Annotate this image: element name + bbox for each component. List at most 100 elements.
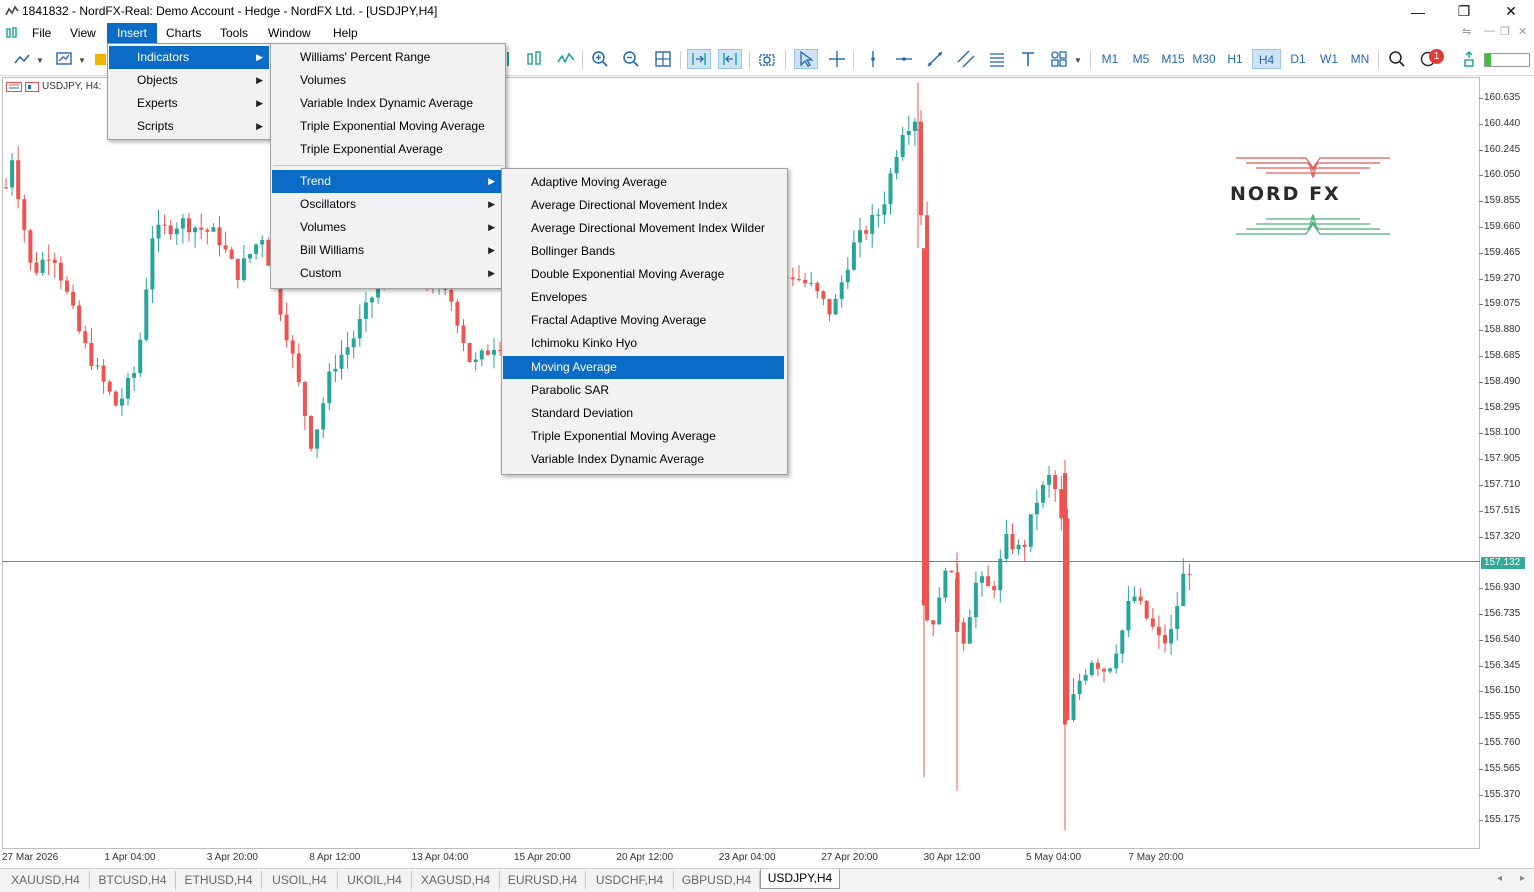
mdi-close-button[interactable]: ✕ [1518, 25, 1527, 38]
menu-item-adx[interactable]: Average Directional Movement Index [503, 194, 784, 217]
candle-body [845, 269, 850, 283]
menu-item-ama[interactable]: Adaptive Moving Average [503, 171, 784, 194]
chart-tab[interactable]: EURUSD,H4 [500, 871, 586, 889]
close-button[interactable]: ✕ [1488, 0, 1534, 23]
menu-item-volumes-recent[interactable]: Volumes [272, 69, 504, 92]
chart-shift-icon[interactable] [718, 49, 742, 69]
line-chart-icon[interactable] [12, 49, 32, 69]
trendline-icon[interactable] [925, 49, 945, 69]
menu-insert[interactable]: Insert [107, 23, 158, 43]
menu-item-scripts[interactable]: Scripts ▶ [109, 115, 269, 138]
symbol-timeframe-text: USDJPY, H4: [42, 81, 102, 92]
menu-item-objects[interactable]: Objects ▶ [109, 69, 269, 92]
menu-item-bollinger-bands[interactable]: Bollinger Bands [503, 240, 784, 263]
folder-icon[interactable] [94, 49, 106, 69]
timeframe-d1[interactable]: D1 [1286, 49, 1310, 69]
tab-scroll-right-icon[interactable]: ▸ [1520, 873, 1525, 884]
time-axis[interactable]: 27 Mar 2026 1 Apr 04:00 3 Apr 20:00 8 Apr 1… [0, 849, 1480, 867]
menu-item-tema[interactable]: Triple Exponential Moving Average [503, 425, 784, 448]
menu-item-bill-williams[interactable]: Bill Williams ▶ [272, 239, 501, 262]
menu-item-williams-percent-range[interactable]: Williams' Percent Range [272, 46, 504, 69]
mdi-minimize-icon[interactable]: ⇋ [1462, 25, 1471, 38]
one-click-trading-icon[interactable] [6, 81, 22, 92]
fibonacci-icon[interactable] [987, 49, 1007, 69]
menu-item-experts[interactable]: Experts ▶ [109, 92, 269, 115]
timeframe-m5[interactable]: M5 [1129, 49, 1153, 69]
chart-tab[interactable]: USDJPY,H4 [760, 869, 840, 889]
timeframe-mn[interactable]: MN [1347, 49, 1373, 69]
restore-button[interactable]: ❐ [1441, 0, 1487, 23]
chart-tab[interactable]: USDCHF,H4 [586, 871, 674, 889]
screenshot-icon[interactable] [757, 49, 777, 69]
text-tool-icon[interactable] [1018, 49, 1038, 69]
minimize-button[interactable]: — [1395, 0, 1441, 23]
candle-body [839, 282, 844, 299]
chart-template-icon[interactable] [54, 49, 74, 69]
menu-file[interactable]: File [22, 23, 61, 43]
menu-item-tema-recent[interactable]: Triple Exponential Moving Average [272, 115, 504, 138]
chevron-down-icon[interactable]: ▼ [36, 56, 44, 65]
menu-item-ichimoku[interactable]: Ichimoku Kinko Hyo [503, 332, 784, 355]
chevron-down-icon[interactable]: ▼ [1074, 56, 1082, 65]
timeframe-m1[interactable]: M1 [1098, 49, 1122, 69]
menu-item-moving-average[interactable]: Moving Average [503, 356, 784, 379]
line-series-icon[interactable] [556, 49, 576, 69]
menu-item-frama[interactable]: Fractal Adaptive Moving Average [503, 309, 784, 332]
chart-properties-icon[interactable] [25, 81, 39, 92]
menu-item-adx-wilder[interactable]: Average Directional Movement Index Wilde… [503, 217, 784, 240]
menu-item-vidya[interactable]: Variable Index Dynamic Average [503, 448, 784, 471]
timeframe-w1[interactable]: W1 [1317, 49, 1341, 69]
candle-body [797, 279, 801, 281]
crosshair-icon[interactable] [827, 49, 847, 69]
cursor-icon[interactable] [794, 49, 818, 69]
menu-item-standard-deviation[interactable]: Standard Deviation [503, 402, 784, 425]
shapes-icon[interactable] [1049, 49, 1069, 69]
algo-trading-icon[interactable] [1459, 49, 1479, 69]
menu-item-indicators[interactable]: Indicators ▶ [109, 46, 269, 69]
chart-tab[interactable]: XAUUSD,H4 [2, 871, 90, 889]
timeframe-h1[interactable]: H1 [1223, 49, 1247, 69]
menu-help[interactable]: Help [323, 23, 368, 43]
timeframe-m30[interactable]: M30 [1190, 49, 1218, 69]
mdi-restore-button[interactable]: ❐ [1500, 25, 1510, 38]
zoom-out-icon[interactable] [621, 49, 641, 69]
menu-item-vidya-recent[interactable]: Variable Index Dynamic Average [272, 92, 504, 115]
menu-tools[interactable]: Tools [210, 23, 258, 43]
channel-icon[interactable] [956, 49, 976, 69]
menu-item-envelopes[interactable]: Envelopes [503, 286, 784, 309]
zoom-in-icon[interactable] [590, 49, 610, 69]
auto-scroll-icon[interactable] [687, 49, 711, 69]
horizontal-line-icon[interactable] [894, 49, 914, 69]
chart-tab[interactable]: UKOIL,H4 [338, 871, 412, 889]
menu-charts[interactable]: Charts [156, 23, 211, 43]
mdi-minimize-button[interactable]: — [1484, 25, 1495, 37]
bar-chart-icon[interactable] [524, 49, 544, 69]
price-axis[interactable]: 160.635 160.440 160.245 160.050 159.855 159.6… [1478, 77, 1534, 849]
menu-view[interactable]: View [60, 23, 106, 43]
menu-item-oscillators[interactable]: Oscillators ▶ [272, 193, 501, 216]
chart-tab[interactable]: GBPUSD,H4 [674, 871, 760, 889]
menu-window[interactable]: Window [258, 23, 321, 43]
search-icon[interactable] [1387, 49, 1407, 69]
chevron-down-icon[interactable]: ▼ [78, 56, 86, 65]
timeframe-h4[interactable]: H4 [1252, 49, 1281, 69]
menu-item-volumes[interactable]: Volumes ▶ [272, 216, 501, 239]
vertical-line-icon[interactable] [863, 49, 883, 69]
chart-tab[interactable]: USOIL,H4 [262, 871, 338, 889]
menu-item-dema[interactable]: Double Exponential Moving Average [503, 263, 784, 286]
grid-icon[interactable] [653, 49, 673, 69]
candle-body [34, 262, 39, 273]
menu-item-custom[interactable]: Custom ▶ [272, 262, 501, 285]
timeframe-m15[interactable]: M15 [1159, 49, 1187, 69]
candle-body [809, 282, 814, 284]
menu-item-trix-recent[interactable]: Triple Exponential Average [272, 138, 504, 161]
menu-item-parabolic-sar[interactable]: Parabolic SAR [503, 379, 784, 402]
chart-tab[interactable]: BTCUSD,H4 [90, 871, 176, 889]
chart-menu-icon[interactable] [6, 27, 20, 39]
price-tick-label: 158.880 [1478, 324, 1521, 336]
candle-body [492, 349, 496, 355]
menu-item-trend[interactable]: Trend ▶ [272, 170, 501, 193]
chart-tab[interactable]: ETHUSD,H4 [176, 871, 262, 889]
chart-tab[interactable]: XAGUSD,H4 [412, 871, 500, 889]
tab-scroll-left-icon[interactable]: ◂ [1497, 873, 1502, 884]
